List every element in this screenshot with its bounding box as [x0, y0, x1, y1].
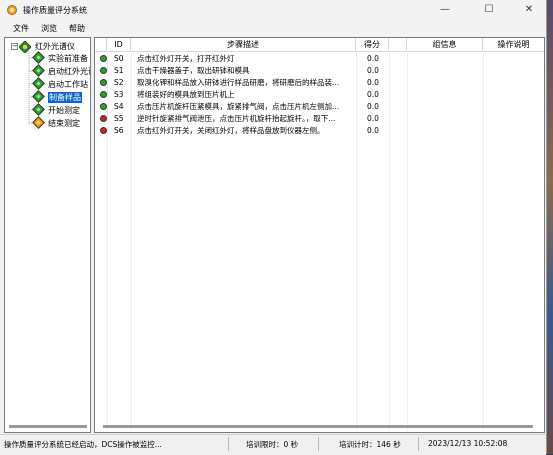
status-divider — [418, 437, 419, 451]
header-blank[interactable] — [389, 38, 407, 51]
row-id: S4 — [114, 102, 124, 111]
tree-horizontal-scrollbar[interactable] — [9, 425, 87, 428]
table-horizontal-scrollbar[interactable] — [103, 425, 533, 428]
header-status — [95, 38, 107, 51]
row-id: S2 — [114, 78, 124, 87]
tree-item-label: 开始测定 — [48, 106, 80, 115]
status-dot-icon — [100, 67, 107, 74]
status-divider — [318, 437, 319, 451]
status-time-limit: 培训限时：0 秒 — [246, 440, 299, 449]
status-dot-icon — [100, 91, 107, 98]
status-bar: 操作质量评分系统已经启动，DCS操作被监控... 培训限时：0 秒 培训计时：1… — [0, 434, 546, 455]
tree-item-label: 启动工作站 — [48, 80, 88, 89]
row-step: 取溴化钾和样品放入研钵进行样品研磨，将研磨后的样品装... — [137, 78, 340, 87]
header-group[interactable]: 组信息 — [407, 38, 483, 51]
header-note[interactable]: 操作说明 — [483, 38, 544, 51]
row-step: 点击红外灯开关，关闭红外灯，将样品盘放到仪器左侧。 — [137, 126, 325, 135]
collapse-icon[interactable]: − — [11, 43, 18, 50]
menu-help[interactable]: 帮助 — [69, 23, 85, 34]
row-score: 0.0 — [367, 114, 379, 123]
status-elapsed: 培训计时：146 秒 — [339, 440, 401, 449]
row-step: 点击压片机旋杆压紧模具，旋紧排气阀，点击压片机左侧加... — [137, 102, 340, 111]
row-step: 逆时针旋紧排气阀泄压，点击压片机旋杆抬起旋杆。，取下... — [137, 114, 336, 123]
row-step: 将组装好的模具放到压片机上 — [137, 90, 235, 99]
tree-item-label: 实验前准备 — [48, 54, 88, 63]
table-row[interactable]: S1 点击干燥器盖子，取出研钵和模具 0.0 — [95, 65, 544, 76]
status-dot-icon — [100, 115, 107, 122]
status-dot-icon — [100, 55, 107, 62]
status-dot-icon — [100, 103, 107, 110]
title-bar: 操作质量评分系统 — ☐ ✕ — [0, 0, 546, 20]
status-dot-icon — [100, 79, 107, 86]
header-score[interactable]: 得分 — [356, 38, 389, 51]
table-row[interactable]: S0 点击红外灯开关，打开红外灯 0.0 — [95, 53, 544, 64]
main-area: − 红外光谱仪 实验前准备 启动红外光谱 启动工作站 — [0, 36, 546, 434]
minimize-button[interactable]: — — [430, 2, 460, 18]
table-row[interactable]: S3 将组装好的模具放到压片机上 0.0 — [95, 89, 544, 100]
row-id: S5 — [114, 114, 124, 123]
menu-file[interactable]: 文件 — [13, 23, 29, 34]
row-score: 0.0 — [367, 126, 379, 135]
table-row[interactable]: S6 点击红外灯开关，关闭红外灯，将样品盘放到仪器左侧。 0.0 — [95, 125, 544, 136]
menu-bar: 文件 浏览 帮助 — [0, 20, 546, 36]
tree-item-label: 结束测定 — [48, 119, 80, 128]
maximize-button[interactable]: ☐ — [474, 2, 504, 18]
step-tree: − 红外光谱仪 实验前准备 启动红外光谱 启动工作站 — [4, 37, 91, 433]
tree-root-label: 红外光谱仪 — [35, 42, 75, 51]
row-id: S1 — [114, 66, 124, 75]
tree-item-label: 启动红外光谱 — [48, 67, 90, 76]
row-step: 点击红外灯开关，打开红外灯 — [137, 54, 235, 63]
row-id: S3 — [114, 90, 124, 99]
instrument-icon — [19, 41, 31, 53]
table-row[interactable]: S2 取溴化钾和样品放入研钵进行样品研磨，将研磨后的样品装... 0.0 — [95, 77, 544, 88]
row-score: 0.0 — [367, 90, 379, 99]
status-divider — [228, 437, 229, 451]
row-score: 0.0 — [367, 102, 379, 111]
table-header: ID 步骤描述 得分 组信息 操作说明 — [95, 38, 544, 52]
row-score: 0.0 — [367, 54, 379, 63]
row-score: 0.0 — [367, 66, 379, 75]
window-title: 操作质量评分系统 — [23, 6, 87, 15]
status-message: 操作质量评分系统已经启动，DCS操作被监控... — [4, 440, 162, 449]
row-score: 0.0 — [367, 78, 379, 87]
table-row[interactable]: S5 逆时针旋紧排气阀泄压，点击压片机旋杆抬起旋杆。，取下... 0.0 — [95, 113, 544, 124]
menu-browse[interactable]: 浏览 — [41, 23, 57, 34]
table-row[interactable]: S4 点击压片机旋杆压紧模具，旋紧排气阀，点击压片机左侧加... 0.0 — [95, 101, 544, 112]
tree-item-label-selected: 制备样品 — [48, 92, 82, 103]
status-datetime: 2023/12/13 10:52:08 — [428, 439, 508, 448]
header-step[interactable]: 步骤描述 — [131, 38, 356, 51]
app-icon — [7, 5, 17, 15]
steps-table: ID 步骤描述 得分 组信息 操作说明 S0 点击红外灯开关，打开红外灯 0.0 — [94, 37, 545, 433]
status-dot-icon — [100, 127, 107, 134]
row-id: S0 — [114, 54, 124, 63]
header-id[interactable]: ID — [107, 38, 131, 51]
row-id: S6 — [114, 126, 124, 135]
close-button[interactable]: ✕ — [514, 2, 544, 18]
row-step: 点击干燥器盖子，取出研钵和模具 — [137, 66, 250, 75]
app-window: 操作质量评分系统 — ☐ ✕ 文件 浏览 帮助 − 红外光谱仪 实验前准备 启动… — [0, 0, 547, 455]
